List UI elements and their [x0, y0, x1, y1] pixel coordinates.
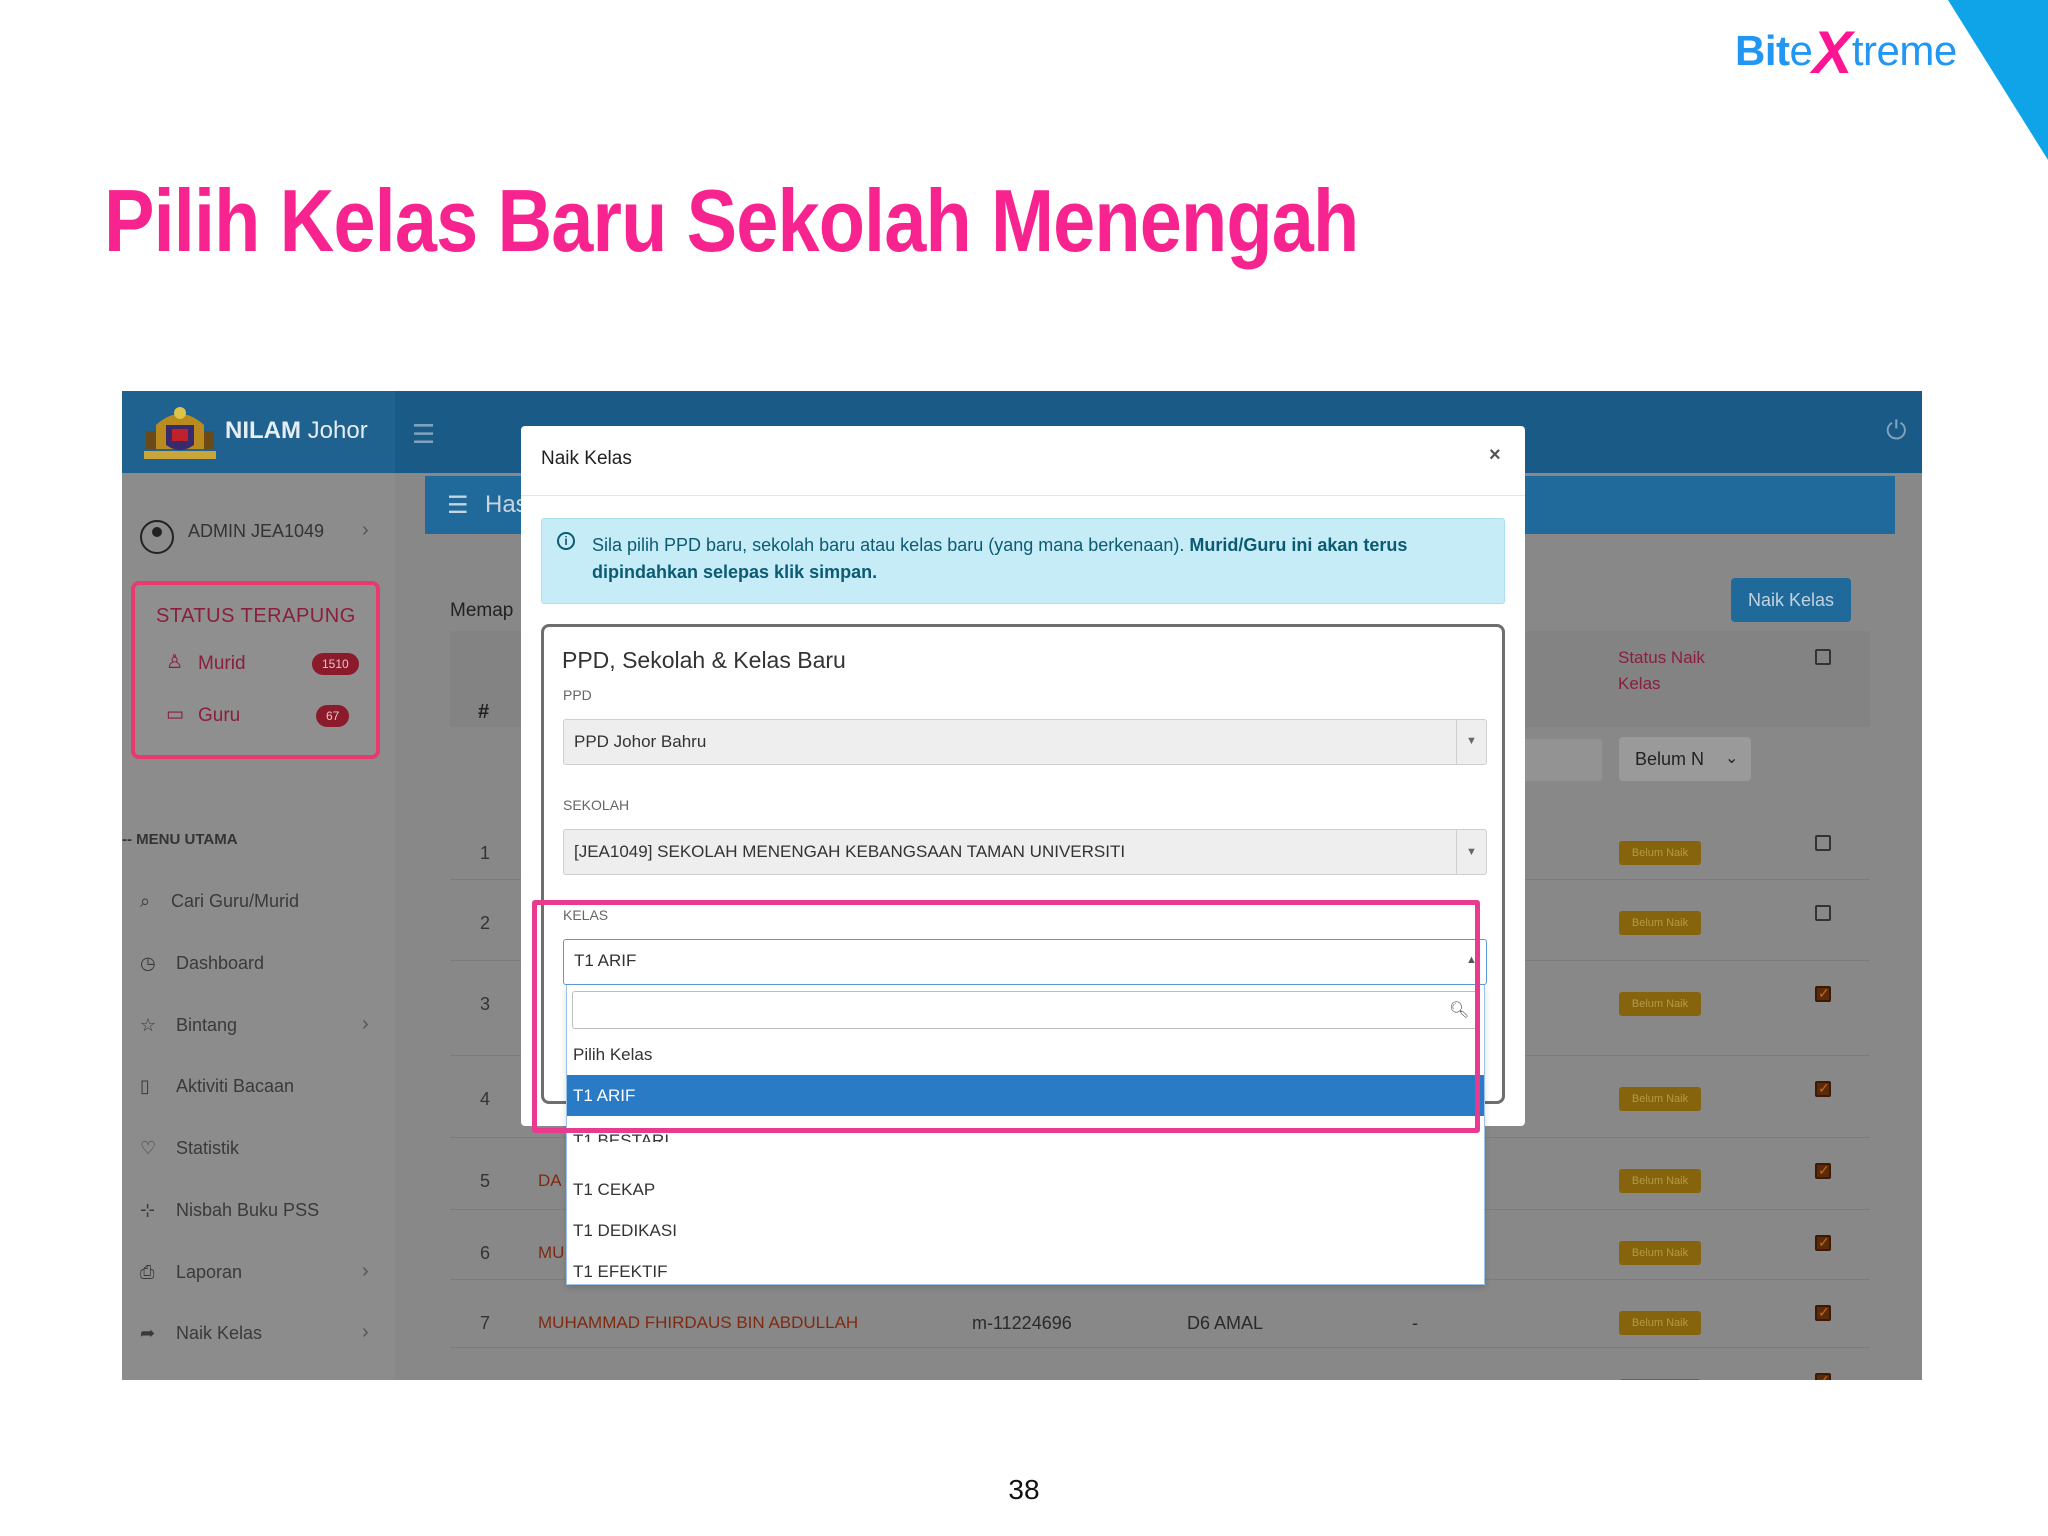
table-header-number: # — [478, 701, 490, 723]
caret-down-icon[interactable]: ▼ — [1466, 735, 1477, 747]
sekolah-label: SEKOLAH — [563, 797, 630, 813]
row-number: 6 — [480, 1243, 491, 1263]
sidebar-item-label: Statistik — [176, 1138, 240, 1158]
row-number: 5 — [480, 1171, 491, 1191]
user-avatar-icon — [140, 520, 174, 554]
status-badge: Belum Naik — [1619, 1241, 1701, 1265]
crest-icon — [144, 407, 216, 459]
ppd-value: PPD Johor Bahru — [574, 732, 707, 751]
ppd-select-separator — [1456, 720, 1457, 764]
clock-icon: ◷ — [140, 953, 156, 973]
sekolah-value: [JEA1049] SEKOLAH MENENGAH KEBANGSAAN TA… — [574, 842, 1126, 861]
sidebar-item-label: Naik Kelas — [176, 1323, 263, 1343]
power-icon[interactable]: ⏻ — [1886, 415, 1907, 447]
row-number: 7 — [480, 1313, 491, 1333]
status-filter-select[interactable]: Belum N ⌄ — [1619, 737, 1751, 781]
user-name[interactable]: ADMIN JEA1049 — [188, 521, 324, 542]
caret-down-icon[interactable]: ▼ — [1466, 846, 1477, 858]
status-badge: Belum Naik — [1619, 1087, 1701, 1111]
ratio-icon: ⊹ — [140, 1200, 156, 1220]
sidebar-item-label: Cari Guru/Murid — [171, 891, 300, 911]
row-checkbox[interactable] — [1815, 985, 1831, 1002]
row-number: 3 — [480, 994, 491, 1014]
student-name[interactable]: MUHAMMAD FHIRDAUS BIN ABDULLAH — [538, 1313, 858, 1333]
kelas-option[interactable]: T1 DEDIKASI — [567, 1210, 1484, 1251]
row-number: 2 — [480, 913, 491, 933]
chevron-down-icon: ⌄ — [1725, 750, 1739, 767]
ppd-label: PPD — [563, 687, 592, 703]
highlight-box — [532, 900, 1480, 1133]
book-icon: ▯ — [140, 1076, 150, 1096]
modal-divider — [521, 495, 1525, 496]
memap-text: Memap — [450, 600, 514, 621]
murid-label[interactable]: Murid — [198, 653, 246, 675]
naik-kelas-button[interactable]: Naik Kelas — [1731, 578, 1851, 622]
star-icon: ☆ — [140, 1015, 157, 1035]
chevron-right-icon: › — [362, 1013, 369, 1035]
share-icon: ➦ — [140, 1323, 156, 1343]
brand-name: NILAM Johor — [225, 417, 368, 444]
student-id: m-11224696 — [972, 1313, 1072, 1333]
close-icon[interactable]: × — [1489, 444, 1501, 467]
page-number: 38 — [1008, 1474, 1040, 1505]
student-kelas: D6 AMAL — [1187, 1313, 1264, 1333]
info-icon: i — [557, 532, 575, 550]
row-checkbox[interactable] — [1815, 1372, 1831, 1380]
sekolah-select-separator — [1456, 830, 1457, 874]
guru-label[interactable]: Guru — [198, 705, 240, 727]
sidebar-item-laporan[interactable] — [132, 1248, 387, 1292]
row-divider — [450, 1347, 1870, 1348]
panel-title: PPD, Sekolah & Kelas Baru — [562, 647, 846, 673]
status-badge: Belum Naik — [1619, 841, 1701, 865]
list-icon: ☰ — [447, 492, 469, 519]
monitor-icon: ▭ — [166, 704, 184, 725]
row-number: 4 — [480, 1089, 491, 1109]
row-number: 1 — [480, 843, 491, 863]
chevron-right-icon: › — [362, 1321, 369, 1343]
status-badge: Belum Naik — [1619, 1311, 1701, 1335]
sidebar-item-bintang[interactable] — [132, 1001, 387, 1045]
table-header-status: Status Naik Kelas — [1618, 648, 1705, 693]
chevron-right-icon: › — [362, 519, 369, 541]
kelas-option[interactable]: T1 EFEKTIF — [567, 1251, 1484, 1292]
bitextreme-logo: BiteXtreme — [1735, 19, 1957, 86]
brand-area: NILAM Johor — [122, 391, 395, 473]
row-checkbox[interactable] — [1815, 1234, 1831, 1251]
sidebar-item-label: Nisbah Buku PSS — [176, 1200, 320, 1220]
row-dash: - — [1412, 1313, 1418, 1333]
select-all-checkbox[interactable] — [1815, 649, 1831, 665]
status-title: STATUS TERAPUNG — [156, 605, 356, 627]
student-name[interactable]: MU — [538, 1243, 564, 1263]
student-name[interactable]: DA — [538, 1171, 562, 1191]
menu-heading: -- MENU UTAMA — [122, 831, 238, 848]
status-badge: Belum Naik — [1619, 992, 1701, 1016]
alert-text: Sila pilih PPD baru, sekolah baru atau k… — [592, 535, 1408, 582]
search-icon: ⌕ — [140, 891, 151, 911]
slide-title: Pilih Kelas Baru Sekolah Menengah — [104, 171, 1359, 270]
row-checkbox[interactable] — [1815, 905, 1831, 921]
chevron-right-icon: › — [362, 1260, 369, 1282]
sidebar-item-label: Dashboard — [176, 953, 265, 973]
sidebar-item-label: Laporan — [176, 1262, 243, 1282]
kelas-option[interactable]: T1 CEKAP — [567, 1169, 1484, 1210]
row-checkbox[interactable] — [1815, 835, 1831, 851]
app-screenshot: NILAM Johor ☰ ⏻ ADMIN JEA1049 › STATUS T… — [122, 391, 1922, 1380]
hamburger-icon[interactable]: ☰ — [412, 419, 435, 450]
status-badge: Belum Naik — [1619, 1379, 1701, 1380]
murid-count-badge: 1510 — [312, 653, 359, 675]
trophy-icon: ♡ — [140, 1138, 157, 1158]
user-icon: ♙ — [166, 652, 184, 673]
guru-count-badge: 67 — [316, 705, 350, 727]
row-checkbox[interactable] — [1815, 1304, 1831, 1321]
status-badge: Belum Naik — [1619, 911, 1701, 935]
row-checkbox[interactable] — [1815, 1080, 1831, 1097]
sidebar-item-label: Aktiviti Bacaan — [176, 1076, 295, 1096]
modal-title: Naik Kelas — [541, 448, 632, 469]
sidebar-item-label: Bintang — [176, 1015, 238, 1035]
sidebar-item-statistik[interactable] — [132, 1124, 387, 1168]
status-badge: Belum Naik — [1619, 1169, 1701, 1193]
row-checkbox[interactable] — [1815, 1162, 1831, 1179]
printer-icon: ⎙ — [140, 1262, 155, 1282]
